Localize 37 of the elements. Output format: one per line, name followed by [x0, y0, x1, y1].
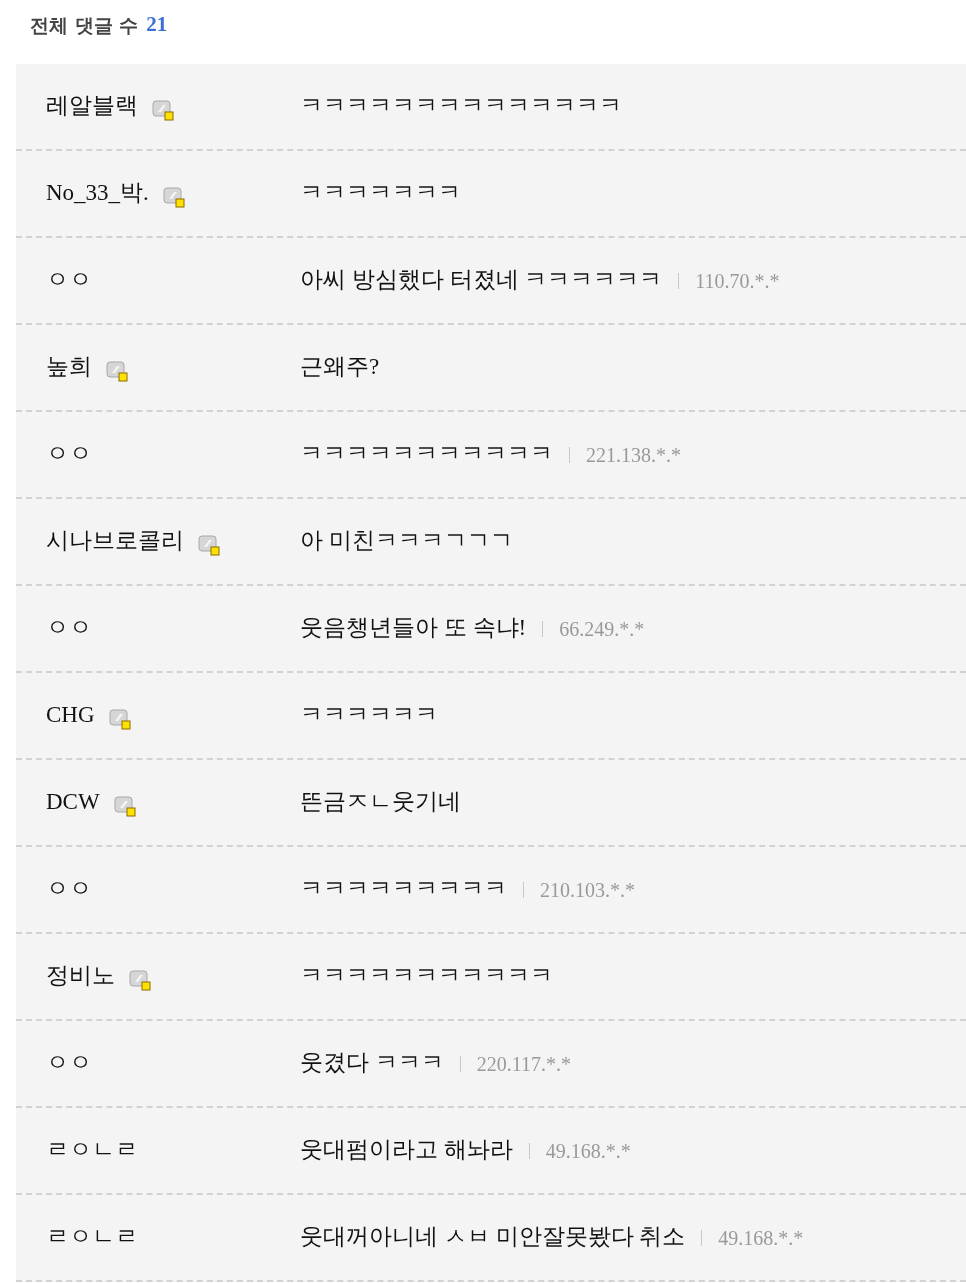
comment-count-label: 전체 댓글 수: [30, 12, 139, 38]
nickname[interactable]: 시나브로콜리: [46, 524, 184, 559]
nickname[interactable]: ㅇㅇ: [46, 1046, 92, 1081]
comment-text: 아 미친ㅋㅋㅋㄱㄱㄱ: [300, 527, 513, 556]
comment-text: 웃음챙년들아 또 속냐!: [300, 614, 527, 643]
nickname[interactable]: ㄹㅇㄴㄹ: [46, 1220, 138, 1255]
nickname[interactable]: 높희: [46, 350, 92, 385]
nickname[interactable]: CHG: [46, 698, 95, 733]
ip-address: 220.117.*.*: [476, 1051, 571, 1077]
ip-address: 110.70.*.*: [695, 268, 780, 294]
comment-text: 웃대펌이라고 해놔라: [300, 1136, 513, 1165]
nickname[interactable]: ㅇㅇ: [46, 611, 92, 646]
comment-text: 근왜주?: [300, 353, 380, 382]
comment-text: 뜬금ㅈㄴ웃기네: [300, 788, 461, 817]
nickname[interactable]: ㅇㅇ: [46, 263, 92, 298]
comment-text: 웃겼다 ㅋㅋㅋ: [300, 1049, 444, 1078]
comment-text: ㅋㅋㅋㅋㅋㅋㅋㅋㅋ: [300, 875, 507, 904]
comment-text: ㅋㅋㅋㅋㅋㅋㅋㅋㅋㅋㅋ: [300, 962, 553, 991]
ip-address: 49.168.*.*: [718, 1225, 804, 1251]
ip-address: 66.249.*.*: [559, 616, 645, 642]
nickname[interactable]: DCW: [46, 785, 100, 820]
ip-address: 49.168.*.*: [545, 1138, 631, 1164]
comment-text: ㅋㅋㅋㅋㅋㅋㅋㅋㅋㅋㅋㅋㅋㅋ: [300, 92, 622, 121]
nickname[interactable]: ㅇㅇ: [46, 872, 92, 907]
comment-text: ㅋㅋㅋㅋㅋㅋㅋㅋㅋㅋㅋ: [300, 440, 553, 469]
comment-text: 아씨 방심했다 터졌네 ㅋㅋㅋㅋㅋㅋ: [300, 266, 663, 295]
comment-text: 웃대꺼아니네 ㅅㅂ 미안잘못봤다 취소: [300, 1223, 686, 1252]
nickname[interactable]: 레알블랙: [46, 89, 138, 124]
ip-address: 210.103.*.*: [540, 877, 635, 903]
comment-text: ㅋㅋㅋㅋㅋㅋㅋ: [300, 179, 461, 208]
nickname[interactable]: 정비노: [46, 959, 115, 994]
nickname[interactable]: ㄹㅇㄴㄹ: [46, 1133, 138, 1168]
comment-text: ㅋㅋㅋㅋㅋㅋ: [300, 701, 438, 730]
nickname[interactable]: No_33_박.: [46, 176, 149, 211]
ip-address: 221.138.*.*: [586, 442, 681, 468]
nickname[interactable]: ㅇㅇ: [46, 437, 92, 472]
comment-count: 21: [146, 11, 168, 39]
